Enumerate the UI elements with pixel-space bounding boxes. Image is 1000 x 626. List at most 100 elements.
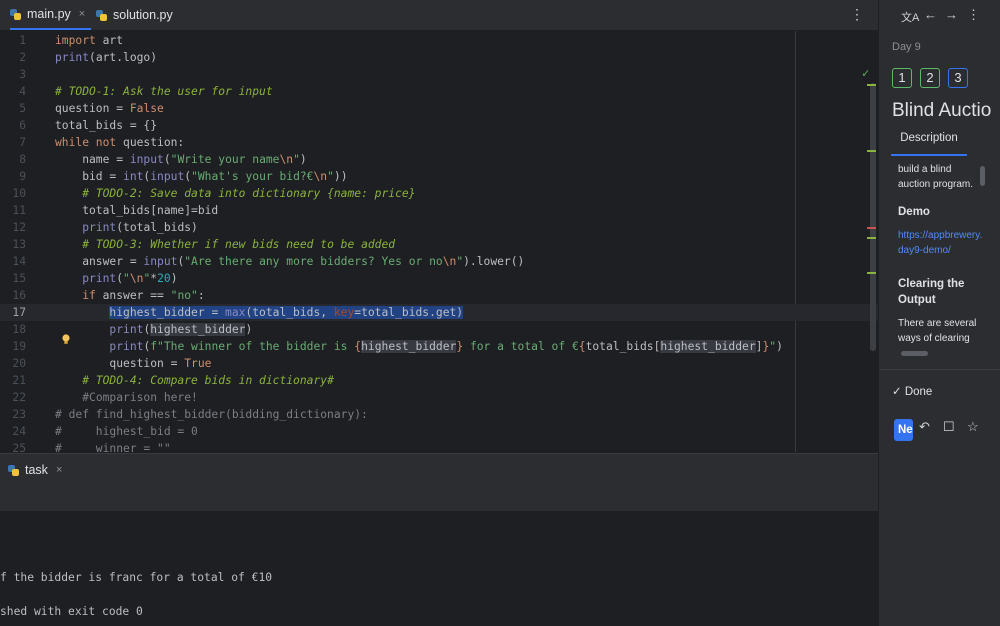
line-number[interactable]: 10 <box>0 185 26 202</box>
tab-description[interactable]: Description <box>891 132 967 156</box>
code-text[interactable]: answer = input("Are there any more bidde… <box>55 253 524 270</box>
code-text[interactable]: import art <box>55 32 123 49</box>
code-text[interactable]: question = False <box>55 100 164 117</box>
line-number[interactable]: 7 <box>0 134 26 151</box>
code-line[interactable]: 15 print("\n"*20) <box>0 270 878 287</box>
code-line[interactable]: 9 bid = int(input("What's your bid?€\n")… <box>0 168 878 185</box>
line-number[interactable]: 5 <box>0 100 26 117</box>
code-line[interactable]: 25 # winner = "" <box>0 440 878 452</box>
code-text[interactable]: # def find_highest_bidder(bidding_dictio… <box>55 406 368 423</box>
code-line[interactable]: 16 if answer == "no": <box>0 287 878 304</box>
code-text[interactable]: highest_bidder = max(total_bids, key=tot… <box>55 304 464 321</box>
line-number[interactable]: 16 <box>0 287 26 304</box>
description-hscrollbar[interactable] <box>901 351 928 356</box>
star-icon[interactable]: ☆ <box>967 419 979 435</box>
code-line[interactable]: 14 answer = input("Are there any more bi… <box>0 253 878 270</box>
code-text[interactable]: total_bids = {} <box>55 117 157 134</box>
reset-icon[interactable]: ↶ <box>919 419 930 435</box>
line-number[interactable]: 6 <box>0 117 26 134</box>
line-number[interactable]: 15 <box>0 270 26 287</box>
arrow-right-icon[interactable]: → <box>945 7 958 22</box>
code-line[interactable]: 19 print(f"The winner of the bidder is {… <box>0 338 878 355</box>
inspection-ok-icon[interactable]: ✓ <box>862 66 869 80</box>
console-output[interactable]: f the bidder is franc for a total of €10… <box>0 511 878 626</box>
code-text[interactable]: # TODO-2: Save data into dictionary {nam… <box>55 185 415 202</box>
lightbulb-icon[interactable] <box>61 334 71 345</box>
line-number[interactable]: 18 <box>0 321 26 338</box>
code-line[interactable]: 6 total_bids = {} <box>0 117 878 134</box>
tab-main-py[interactable]: main.py × <box>10 0 92 30</box>
demo-link[interactable]: https://appbrewery.day9-demo/ <box>898 228 983 258</box>
line-number[interactable]: 9 <box>0 168 26 185</box>
code-line[interactable]: 18 print(highest_bidder) <box>0 321 878 338</box>
tab-solution-py[interactable]: solution.py <box>96 0 173 30</box>
code-text[interactable]: print(art.logo) <box>55 49 157 66</box>
todo-marker[interactable] <box>867 84 876 86</box>
warning-marker[interactable] <box>867 227 876 229</box>
code-text[interactable]: # winner = "" <box>55 440 171 452</box>
code-line[interactable]: 8 name = input("Write your name\n") <box>0 151 878 168</box>
code-text[interactable]: if answer == "no": <box>55 287 204 304</box>
line-number[interactable]: 8 <box>0 151 26 168</box>
line-number[interactable]: 2 <box>0 49 26 66</box>
run-tab-task[interactable]: task × <box>8 463 62 477</box>
code-text[interactable]: # TODO-1: Ask the user for input <box>55 83 273 100</box>
code-editor[interactable]: 1 import art 2 print(art.logo) 3 4 # TODO-1: A… <box>0 31 878 452</box>
code-text[interactable]: # highest_bid = 0 <box>55 423 198 440</box>
code-line[interactable]: 24 # highest_bid = 0 <box>0 423 878 440</box>
editor-scrollbar[interactable] <box>870 83 876 351</box>
code-text[interactable]: name = input("Write your name\n") <box>55 151 307 168</box>
line-number[interactable]: 17 <box>0 304 26 321</box>
code-line[interactable]: 11 total_bids[name]=bid <box>0 202 878 219</box>
line-number[interactable]: 22 <box>0 389 26 406</box>
code-text[interactable]: total_bids[name]=bid <box>55 202 218 219</box>
code-text[interactable]: print(highest_bidder) <box>55 321 252 338</box>
code-line[interactable]: 3 <box>0 66 878 83</box>
code-line[interactable]: 13 # TODO-3: Whether if new bids need to… <box>0 236 878 253</box>
code-text[interactable]: # TODO-4: Compare bids in dictionary# <box>55 372 334 389</box>
line-number[interactable]: 21 <box>0 372 26 389</box>
more-icon[interactable]: ⋮ <box>850 6 864 23</box>
line-number[interactable]: 24 <box>0 423 26 440</box>
code-line[interactable]: 10 # TODO-2: Save data into dictionary {… <box>0 185 878 202</box>
code-text[interactable]: print(f"The winner of the bidder is {hig… <box>55 338 783 355</box>
code-line[interactable]: 2 print(art.logo) <box>0 49 878 66</box>
code-text[interactable]: print(total_bids) <box>55 219 198 236</box>
code-line[interactable]: 17 highest_bidder = max(total_bids, key=… <box>0 304 878 321</box>
arrow-left-icon[interactable]: ← <box>924 7 937 22</box>
code-text[interactable]: print("\n"*20) <box>55 270 177 287</box>
code-line[interactable]: 12 print(total_bids) <box>0 219 878 236</box>
close-icon[interactable]: × <box>56 464 62 476</box>
translate-icon[interactable]: 文A <box>901 9 919 25</box>
line-number[interactable]: 25 <box>0 440 26 452</box>
code-line[interactable]: 23 # def find_highest_bidder(bidding_dict… <box>0 406 878 423</box>
code-line[interactable]: 20 question = True <box>0 355 878 372</box>
code-text[interactable]: while not question: <box>55 134 184 151</box>
line-number[interactable]: 3 <box>0 66 26 83</box>
line-number[interactable]: 1 <box>0 32 26 49</box>
line-number[interactable]: 19 <box>0 338 26 355</box>
code-text[interactable]: bid = int(input("What's your bid?€\n")) <box>55 168 347 185</box>
code-line[interactable]: 21 # TODO-4: Compare bids in dictionary# <box>0 372 878 389</box>
comment-icon[interactable]: ☐ <box>943 419 955 435</box>
line-number[interactable]: 13 <box>0 236 26 253</box>
code-line[interactable]: 7 while not question: <box>0 134 878 151</box>
code-text[interactable]: #Comparison here! <box>55 389 198 406</box>
more-icon[interactable]: ⋮ <box>967 7 980 23</box>
close-icon[interactable]: × <box>79 8 85 20</box>
todo-marker[interactable] <box>867 237 876 239</box>
step-1[interactable]: 1 <box>892 68 912 88</box>
code-line[interactable]: 22 #Comparison here! <box>0 389 878 406</box>
line-number[interactable]: 4 <box>0 83 26 100</box>
next-button[interactable]: Next <box>894 419 913 441</box>
step-2[interactable]: 2 <box>920 68 940 88</box>
description-scrollbar[interactable] <box>980 166 985 186</box>
code-text[interactable]: # TODO-3: Whether if new bids need to be… <box>55 236 395 253</box>
code-line[interactable]: 1 import art <box>0 32 878 49</box>
step-3[interactable]: 3 <box>948 68 968 88</box>
line-number[interactable]: 11 <box>0 202 26 219</box>
line-number[interactable]: 23 <box>0 406 26 423</box>
line-number[interactable]: 12 <box>0 219 26 236</box>
line-number[interactable]: 14 <box>0 253 26 270</box>
code-line[interactable]: 5 question = False <box>0 100 878 117</box>
